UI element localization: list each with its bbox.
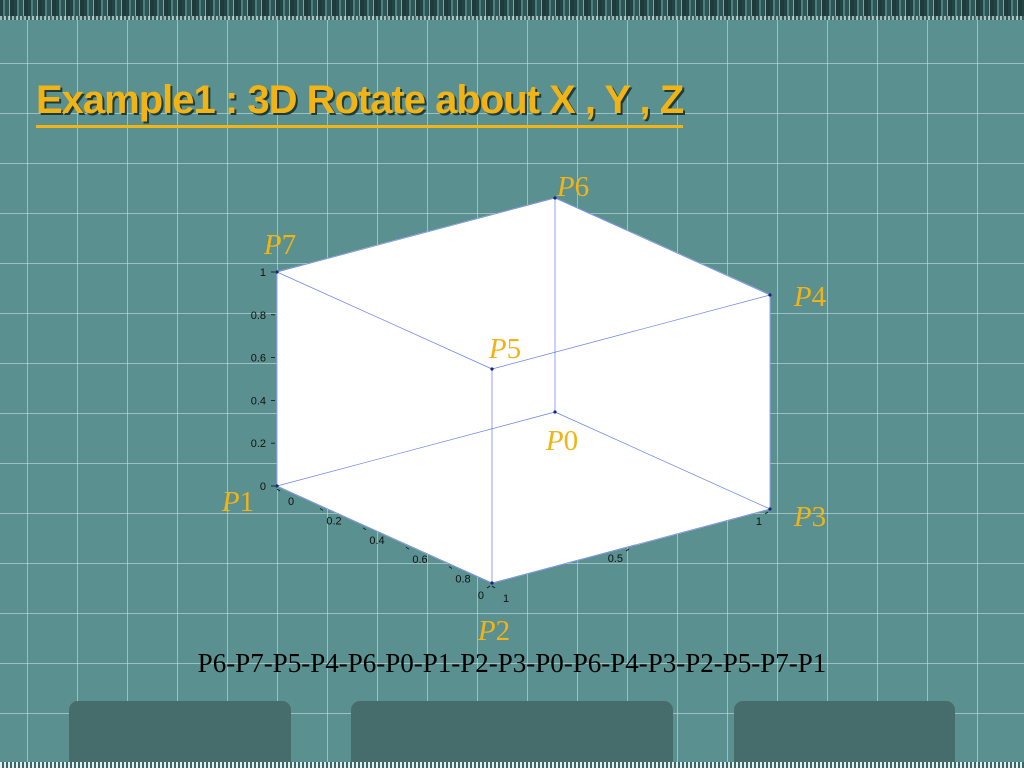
y-tick-label: 0.2 <box>326 515 341 527</box>
y-tick-label: 0 <box>288 496 294 508</box>
y-tick-mark <box>362 527 367 531</box>
y-tick-label: 0.6 <box>412 554 427 566</box>
y-tick-label: 1 <box>503 593 509 605</box>
y-tick-mark <box>491 585 496 589</box>
x-tick-mark <box>764 511 769 515</box>
vertex-p3 <box>768 507 772 511</box>
vertex-p1 <box>275 484 279 488</box>
x-tick-mark <box>625 548 630 552</box>
point-label-p6: P6 <box>556 171 589 203</box>
y-tick-mark <box>276 488 281 492</box>
y-tick-label: 0.8 <box>455 574 470 586</box>
edge-sequence-text: P6-P7-P5-P4-P6-P0-P1-P2-P3-P0-P6-P4-P3-P… <box>197 648 827 678</box>
vertex-p4 <box>768 293 772 297</box>
y-tick-mark <box>448 566 453 569</box>
z-tick-label: 0.4 <box>251 395 266 407</box>
point-label-p5: P5 <box>488 333 521 365</box>
y-tick-mark <box>319 508 324 511</box>
x-tick-label: 0 <box>478 590 484 602</box>
point-label-p7: P7 <box>263 229 296 261</box>
vertex-p5 <box>490 367 494 371</box>
decorative-bottom-strip <box>0 762 1024 768</box>
x-tick-label: 1 <box>756 516 762 528</box>
vertex-p0 <box>553 410 557 414</box>
y-tick-mark <box>405 546 410 550</box>
point-label-p1: P1 <box>221 486 254 518</box>
vertex-p7 <box>275 270 279 274</box>
footer-panel-center <box>351 701 673 763</box>
z-tick-label: 1 <box>260 267 266 279</box>
z-tick-label: 0 <box>260 481 266 493</box>
y-tick-label: 0.4 <box>369 535 384 547</box>
z-tick-label: 0.2 <box>251 438 266 450</box>
z-tick-label: 0.6 <box>251 353 266 365</box>
point-label-p3: P3 <box>793 501 826 533</box>
footer-panel-left <box>69 701 291 763</box>
point-label-p4: P4 <box>793 281 827 313</box>
z-tick-label: 0.8 <box>251 310 266 322</box>
point-label-p0: P0 <box>545 425 578 457</box>
footer-panel-right <box>734 701 955 763</box>
x-tick-label: 0.5 <box>608 553 623 565</box>
vertex-p2 <box>490 581 494 585</box>
x-tick-mark <box>486 585 491 589</box>
point-label-p2: P2 <box>477 615 510 647</box>
